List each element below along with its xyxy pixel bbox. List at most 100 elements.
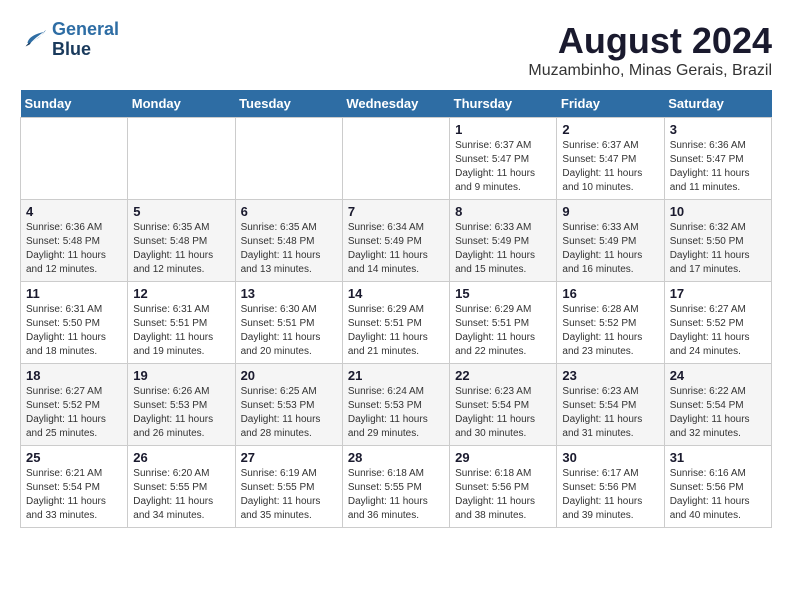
day-number: 13: [241, 286, 337, 301]
logo-icon: [20, 26, 48, 54]
day-info: Sunrise: 6:27 AM Sunset: 5:52 PM Dayligh…: [670, 303, 766, 359]
title-block: August 2024 Muzambinho, Minas Gerais, Br…: [528, 20, 772, 80]
day-cell: 26 Sunrise: 6:20 AM Sunset: 5:55 PM Dayli…: [128, 446, 235, 528]
day-number: 17: [670, 286, 766, 301]
day-info: Sunrise: 6:34 AM Sunset: 5:49 PM Dayligh…: [348, 221, 444, 277]
header-saturday: Saturday: [664, 90, 771, 118]
day-cell: 19 Sunrise: 6:26 AM Sunset: 5:53 PM Dayli…: [128, 364, 235, 446]
day-number: 3: [670, 122, 766, 137]
day-number: 19: [133, 368, 229, 383]
day-info: Sunrise: 6:25 AM Sunset: 5:53 PM Dayligh…: [241, 385, 337, 441]
day-number: 22: [455, 368, 551, 383]
day-number: 15: [455, 286, 551, 301]
day-number: 28: [348, 450, 444, 465]
day-cell: 9 Sunrise: 6:33 AM Sunset: 5:49 PM Daylig…: [557, 200, 664, 282]
day-number: 14: [348, 286, 444, 301]
day-cell: 10Sunrise: 6:32 AM Sunset: 5:50 PM Dayli…: [664, 200, 771, 282]
header-monday: Monday: [128, 90, 235, 118]
week-row-5: 25Sunrise: 6:21 AM Sunset: 5:54 PM Dayli…: [21, 446, 772, 528]
day-info: Sunrise: 6:20 AM Sunset: 5:55 PM Dayligh…: [133, 467, 229, 523]
day-cell: 21Sunrise: 6:24 AM Sunset: 5:53 PM Dayli…: [342, 364, 449, 446]
day-info: Sunrise: 6:16 AM Sunset: 5:56 PM Dayligh…: [670, 467, 766, 523]
week-row-4: 18 Sunrise: 6:27 AM Sunset: 5:52 PM Dayli…: [21, 364, 772, 446]
day-cell: 17 Sunrise: 6:27 AM Sunset: 5:52 PM Dayli…: [664, 282, 771, 364]
day-cell: 8 Sunrise: 6:33 AM Sunset: 5:49 PM Daylig…: [450, 200, 557, 282]
day-cell: 1 Sunrise: 6:37 AM Sunset: 5:47 PM Daylig…: [450, 118, 557, 200]
day-number: 21: [348, 368, 444, 383]
day-cell: 7 Sunrise: 6:34 AM Sunset: 5:49 PM Daylig…: [342, 200, 449, 282]
day-number: 29: [455, 450, 551, 465]
day-number: 7: [348, 204, 444, 219]
day-number: 24: [670, 368, 766, 383]
day-cell: 25Sunrise: 6:21 AM Sunset: 5:54 PM Dayli…: [21, 446, 128, 528]
day-info: Sunrise: 6:31 AM Sunset: 5:50 PM Dayligh…: [26, 303, 122, 359]
day-number: 27: [241, 450, 337, 465]
day-info: Sunrise: 6:27 AM Sunset: 5:52 PM Dayligh…: [26, 385, 122, 441]
day-number: 5: [133, 204, 229, 219]
day-info: Sunrise: 6:18 AM Sunset: 5:56 PM Dayligh…: [455, 467, 551, 523]
day-info: Sunrise: 6:19 AM Sunset: 5:55 PM Dayligh…: [241, 467, 337, 523]
day-cell: 6 Sunrise: 6:35 AM Sunset: 5:48 PM Daylig…: [235, 200, 342, 282]
day-cell: 31 Sunrise: 6:16 AM Sunset: 5:56 PM Dayli…: [664, 446, 771, 528]
header-sunday: Sunday: [21, 90, 128, 118]
day-cell: 5 Sunrise: 6:35 AM Sunset: 5:48 PM Daylig…: [128, 200, 235, 282]
day-number: 16: [562, 286, 658, 301]
day-cell: 14Sunrise: 6:29 AM Sunset: 5:51 PM Dayli…: [342, 282, 449, 364]
day-cell: [342, 118, 449, 200]
day-number: 23: [562, 368, 658, 383]
day-number: 9: [562, 204, 658, 219]
month-title: August 2024: [528, 20, 772, 62]
header-tuesday: Tuesday: [235, 90, 342, 118]
day-cell: 2Sunrise: 6:37 AM Sunset: 5:47 PM Daylig…: [557, 118, 664, 200]
week-row-1: 1 Sunrise: 6:37 AM Sunset: 5:47 PM Daylig…: [21, 118, 772, 200]
day-info: Sunrise: 6:37 AM Sunset: 5:47 PM Dayligh…: [455, 139, 551, 195]
day-number: 30: [562, 450, 658, 465]
day-info: Sunrise: 6:21 AM Sunset: 5:54 PM Dayligh…: [26, 467, 122, 523]
week-row-2: 4Sunrise: 6:36 AM Sunset: 5:48 PM Daylig…: [21, 200, 772, 282]
day-info: Sunrise: 6:33 AM Sunset: 5:49 PM Dayligh…: [562, 221, 658, 277]
day-info: Sunrise: 6:31 AM Sunset: 5:51 PM Dayligh…: [133, 303, 229, 359]
day-info: Sunrise: 6:30 AM Sunset: 5:51 PM Dayligh…: [241, 303, 337, 359]
day-cell: 30 Sunrise: 6:17 AM Sunset: 5:56 PM Dayli…: [557, 446, 664, 528]
logo-text: General Blue: [52, 20, 119, 60]
day-number: 1: [455, 122, 551, 137]
day-info: Sunrise: 6:23 AM Sunset: 5:54 PM Dayligh…: [562, 385, 658, 441]
day-info: Sunrise: 6:18 AM Sunset: 5:55 PM Dayligh…: [348, 467, 444, 523]
day-info: Sunrise: 6:36 AM Sunset: 5:48 PM Dayligh…: [26, 221, 122, 277]
day-cell: 20Sunrise: 6:25 AM Sunset: 5:53 PM Dayli…: [235, 364, 342, 446]
day-info: Sunrise: 6:35 AM Sunset: 5:48 PM Dayligh…: [241, 221, 337, 277]
header-thursday: Thursday: [450, 90, 557, 118]
day-number: 31: [670, 450, 766, 465]
day-info: Sunrise: 6:22 AM Sunset: 5:54 PM Dayligh…: [670, 385, 766, 441]
location: Muzambinho, Minas Gerais, Brazil: [528, 62, 772, 80]
day-number: 18: [26, 368, 122, 383]
day-number: 26: [133, 450, 229, 465]
day-info: Sunrise: 6:17 AM Sunset: 5:56 PM Dayligh…: [562, 467, 658, 523]
day-cell: 22Sunrise: 6:23 AM Sunset: 5:54 PM Dayli…: [450, 364, 557, 446]
day-info: Sunrise: 6:36 AM Sunset: 5:47 PM Dayligh…: [670, 139, 766, 195]
day-cell: [235, 118, 342, 200]
day-info: Sunrise: 6:29 AM Sunset: 5:51 PM Dayligh…: [455, 303, 551, 359]
day-cell: 18 Sunrise: 6:27 AM Sunset: 5:52 PM Dayli…: [21, 364, 128, 446]
page-header: General Blue August 2024 Muzambinho, Min…: [20, 20, 772, 80]
day-cell: [21, 118, 128, 200]
day-number: 2: [562, 122, 658, 137]
day-number: 11: [26, 286, 122, 301]
header-friday: Friday: [557, 90, 664, 118]
calendar-table: SundayMondayTuesdayWednesdayThursdayFrid…: [20, 90, 772, 528]
day-cell: 29 Sunrise: 6:18 AM Sunset: 5:56 PM Dayli…: [450, 446, 557, 528]
day-cell: 12 Sunrise: 6:31 AM Sunset: 5:51 PM Dayli…: [128, 282, 235, 364]
day-info: Sunrise: 6:35 AM Sunset: 5:48 PM Dayligh…: [133, 221, 229, 277]
day-number: 8: [455, 204, 551, 219]
day-info: Sunrise: 6:28 AM Sunset: 5:52 PM Dayligh…: [562, 303, 658, 359]
day-number: 12: [133, 286, 229, 301]
day-info: Sunrise: 6:26 AM Sunset: 5:53 PM Dayligh…: [133, 385, 229, 441]
day-info: Sunrise: 6:33 AM Sunset: 5:49 PM Dayligh…: [455, 221, 551, 277]
day-cell: 11 Sunrise: 6:31 AM Sunset: 5:50 PM Dayli…: [21, 282, 128, 364]
logo: General Blue: [20, 20, 119, 60]
day-number: 6: [241, 204, 337, 219]
day-cell: 23 Sunrise: 6:23 AM Sunset: 5:54 PM Dayli…: [557, 364, 664, 446]
header-wednesday: Wednesday: [342, 90, 449, 118]
day-cell: 27 Sunrise: 6:19 AM Sunset: 5:55 PM Dayli…: [235, 446, 342, 528]
day-number: 10: [670, 204, 766, 219]
